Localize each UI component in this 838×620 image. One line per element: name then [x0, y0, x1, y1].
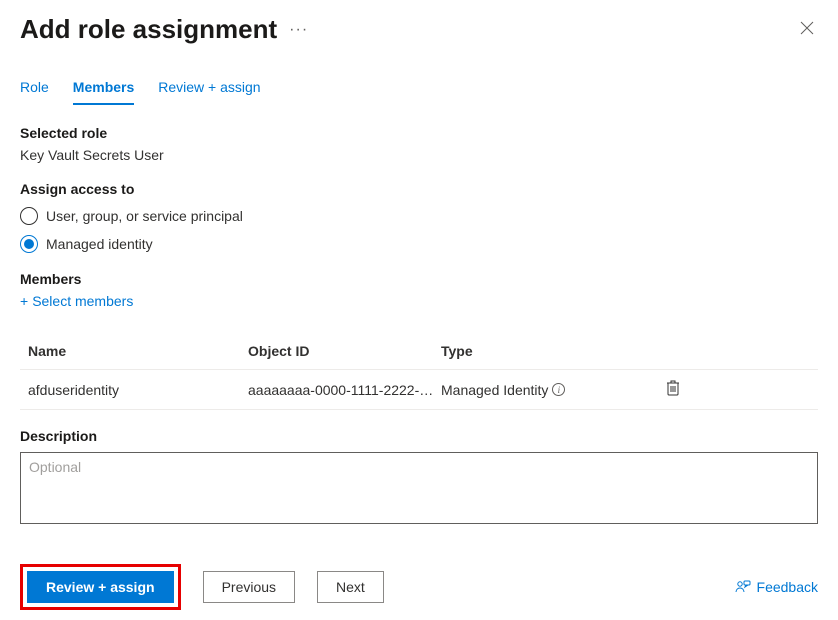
- member-objectid: aaaaaaaa-0000-1111-2222-bb...: [248, 382, 441, 398]
- radio-label: User, group, or service principal: [46, 208, 243, 224]
- selected-role-label: Selected role: [20, 125, 818, 141]
- previous-button[interactable]: Previous: [203, 571, 295, 603]
- info-icon[interactable]: i: [552, 383, 565, 396]
- col-header-name[interactable]: Name: [28, 343, 248, 359]
- trash-icon: [666, 380, 680, 396]
- review-assign-button[interactable]: Review + assign: [27, 571, 174, 603]
- radio-label: Managed identity: [46, 236, 153, 252]
- delete-member-button[interactable]: [666, 380, 680, 399]
- feedback-icon: [735, 580, 751, 594]
- table-row: afduseridentity aaaaaaaa-0000-1111-2222-…: [20, 370, 818, 410]
- select-members-label: Select members: [32, 293, 133, 309]
- assign-access-label: Assign access to: [20, 181, 818, 197]
- description-input[interactable]: [21, 453, 817, 523]
- plus-icon: +: [20, 293, 28, 309]
- radio-managed-identity[interactable]: Managed identity: [20, 235, 818, 253]
- members-label: Members: [20, 271, 818, 287]
- tab-review-assign[interactable]: Review + assign: [158, 79, 260, 105]
- page-title: Add role assignment: [20, 14, 277, 45]
- tab-members[interactable]: Members: [73, 79, 134, 105]
- select-members-link[interactable]: + Select members: [20, 293, 818, 309]
- member-name: afduseridentity: [28, 382, 248, 398]
- member-type: Managed Identity: [441, 382, 548, 398]
- radio-icon: [20, 207, 38, 225]
- col-header-type[interactable]: Type: [441, 343, 626, 359]
- table-header: Name Object ID Type: [20, 333, 818, 370]
- close-button[interactable]: [796, 17, 818, 42]
- col-header-objectid[interactable]: Object ID: [248, 343, 441, 359]
- feedback-label: Feedback: [757, 579, 818, 595]
- description-label: Description: [20, 428, 818, 444]
- next-button[interactable]: Next: [317, 571, 384, 603]
- feedback-link[interactable]: Feedback: [735, 579, 818, 595]
- radio-icon: [20, 235, 38, 253]
- close-icon: [800, 21, 814, 35]
- selected-role-value: Key Vault Secrets User: [20, 147, 818, 163]
- radio-user-group-principal[interactable]: User, group, or service principal: [20, 207, 818, 225]
- tab-role[interactable]: Role: [20, 79, 49, 105]
- tabs: Role Members Review + assign: [0, 55, 838, 105]
- highlight-review-assign: Review + assign: [20, 564, 181, 610]
- more-icon[interactable]: ···: [289, 21, 308, 39]
- members-table: Name Object ID Type afduseridentity aaaa…: [20, 333, 818, 410]
